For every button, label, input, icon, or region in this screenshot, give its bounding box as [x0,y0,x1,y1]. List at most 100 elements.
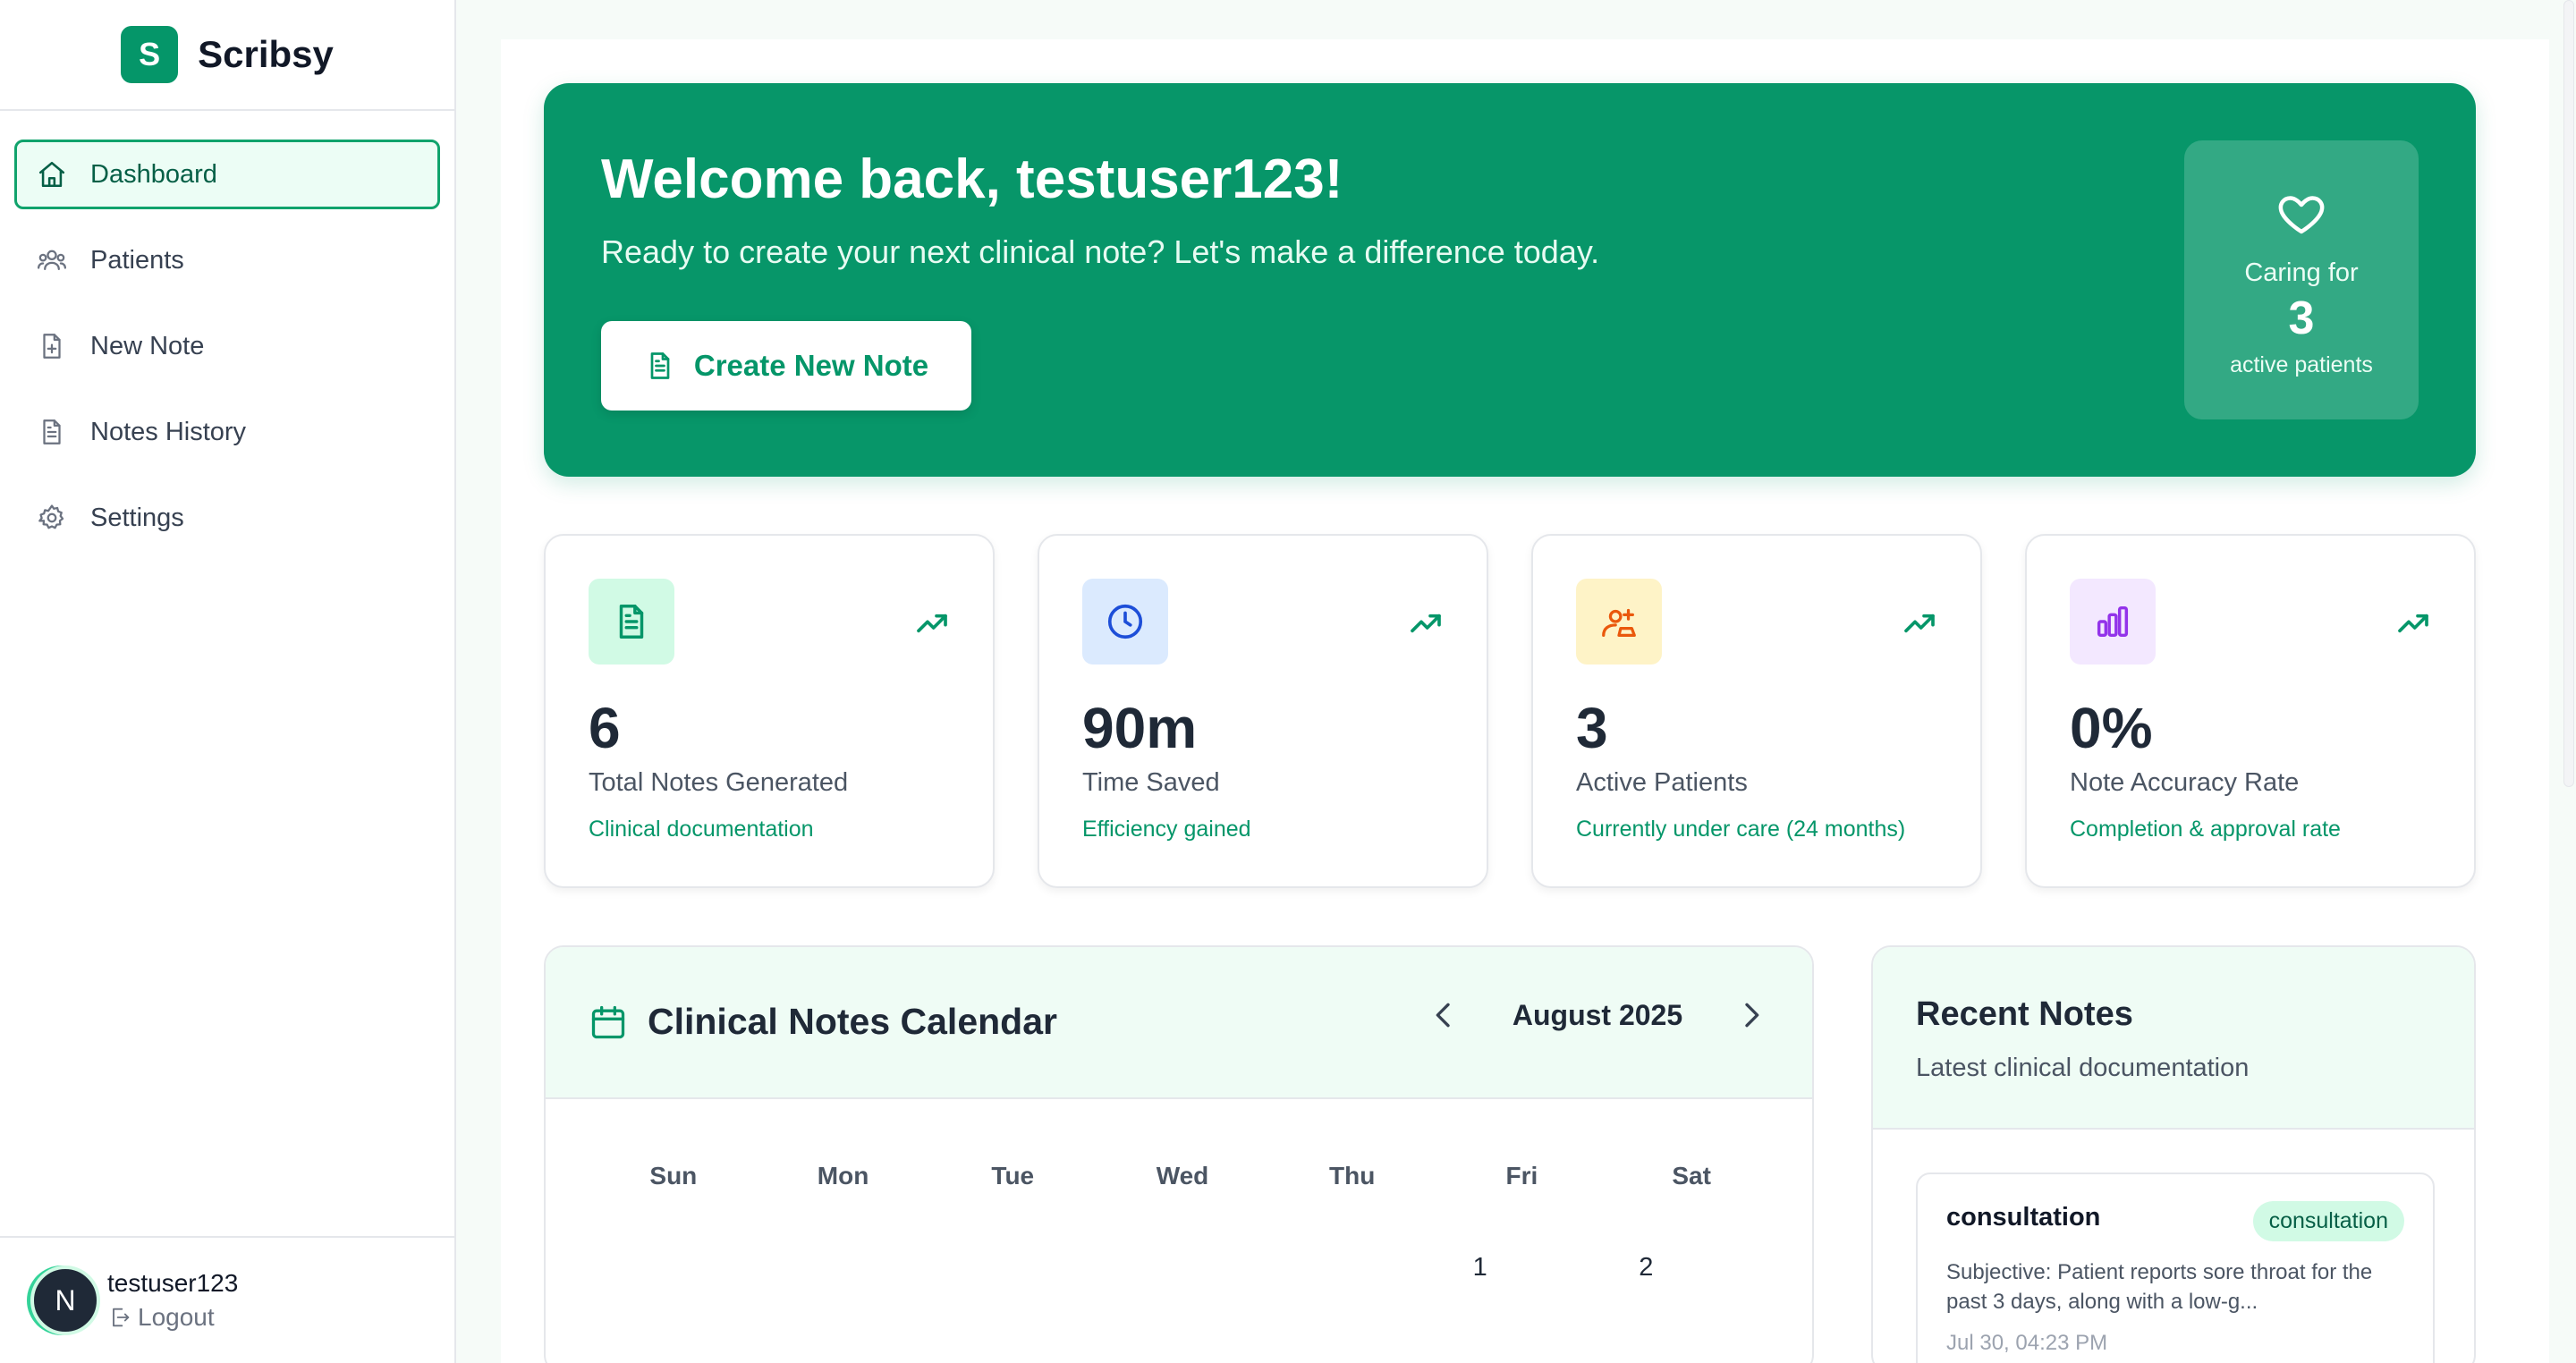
next-month-button[interactable] [1733,997,1769,1033]
sidebar: S Scribsy Dashboard Patients New Note No… [0,0,456,1363]
trending-up-icon [2398,614,2428,633]
active-patient-count: 3 [2288,292,2315,344]
brand-logo: S [121,26,179,83]
chevron-right-icon [1745,1003,1759,1028]
sidebar-nav: Dashboard Patients New Note Notes Histor… [0,111,454,553]
sidebar-item-label: Dashboard [90,159,217,189]
stats-row: 6 Total Notes Generated Clinical documen… [544,534,2476,888]
calendar-nav: August 2025 [1426,997,1769,1033]
note-excerpt: Subjective: Patient reports sore throat … [1946,1260,2373,1314]
caring-for-card: Caring for 3 active patients [2184,140,2419,419]
calendar-day-empty [758,1212,928,1292]
stat-note: Clinical documentation [589,817,814,842]
stat-label: Active Patients [1576,768,1748,797]
logout-label: Logout [138,1303,215,1331]
calendar-day-empty [589,1212,758,1292]
clock-icon [1082,579,1168,665]
logout-icon [113,1308,130,1327]
calendar-title: Clinical Notes Calendar [589,1001,1057,1043]
active-patients-label: active patients [2230,352,2373,377]
weekday-label: Wed [1156,1162,1209,1189]
stat-label: Time Saved [1082,768,1220,797]
trending-up-icon [1411,614,1441,633]
document-icon [589,579,674,665]
user-name: testuser123 [107,1269,239,1297]
stat-label: Note Accuracy Rate [2070,768,2300,797]
current-month: August 2025 [1512,998,1683,1031]
trending-up-icon [1904,614,1935,633]
home-icon [37,159,67,190]
prev-month-button[interactable] [1426,997,1462,1033]
sidebar-item-dashboard[interactable]: Dashboard [14,140,440,209]
trending-up-icon [917,614,947,633]
weekday-label: Mon [817,1162,869,1189]
note-timestamp: Jul 30, 04:23 PM [1946,1331,2108,1355]
avatar[interactable]: N [30,1266,100,1335]
calendar-day[interactable]: 2 [1606,1212,1776,1292]
sidebar-item-notes-history[interactable]: Notes History [14,397,440,467]
heart-icon [2278,196,2325,234]
weekday-header-row: Sun Mon Tue Wed Thu Fri Sat [589,1162,1776,1212]
brand-name: Scribsy [198,33,334,75]
weekday-label: Sun [649,1162,698,1189]
weekday-label: Tue [991,1162,1035,1189]
bar-chart-icon [2070,579,2156,665]
sidebar-item-new-note[interactable]: New Note [14,311,440,381]
user-panel: N testuser123 Logout [0,1236,454,1363]
stat-value: 90m [1082,696,1198,760]
sidebar-item-label: Notes History [90,417,247,446]
weekday-label: Sat [1672,1162,1711,1189]
chevron-left-icon [1436,1003,1450,1028]
logout-button[interactable]: Logout [107,1303,238,1332]
gear-icon [37,503,67,533]
file-text-icon [650,352,670,379]
calendar-day[interactable]: 1 [1437,1212,1607,1292]
file-text-icon [37,417,67,447]
stat-card-accuracy-rate[interactable]: 0% Note Accuracy Rate Completion & appro… [2025,534,2476,888]
stat-card-total-notes[interactable]: 6 Total Notes Generated Clinical documen… [544,534,995,888]
calendar-week-row: 1 2 [589,1212,1776,1292]
caring-for-label: Caring for [2244,258,2359,287]
sidebar-item-label: Settings [90,503,184,532]
stat-note: Efficiency gained [1082,817,1251,842]
calendar-day-empty [1097,1212,1267,1292]
weekday-label: Thu [1329,1162,1376,1189]
brand[interactable]: S Scribsy [0,0,454,111]
stat-note: Currently under care (24 months) [1576,817,1906,842]
scrollbar[interactable] [2563,0,2574,787]
sidebar-item-label: New Note [90,331,205,360]
sidebar-item-settings[interactable]: Settings [14,483,440,553]
clinical-notes-calendar: Clinical Notes Calendar August 2025 Sun … [544,945,1814,1363]
create-new-note-button[interactable]: Create New Note [601,321,971,411]
stat-value: 6 [589,696,621,760]
welcome-title: Welcome back, testuser123! [601,148,1343,210]
patients-icon [1576,579,1662,665]
sidebar-item-patients[interactable]: Patients [14,225,440,295]
file-plus-icon [37,331,67,361]
sidebar-item-label: Patients [90,245,184,275]
stat-label: Total Notes Generated [589,768,849,797]
calendar-icon [591,1005,625,1038]
user-block: testuser123 Logout [107,1269,238,1332]
weekday-label: Fri [1505,1162,1538,1189]
users-icon [37,245,67,275]
calendar-day-empty [928,1212,1097,1292]
stat-value: 0% [2070,696,2153,760]
recent-notes-panel: Recent Notes Latest clinical documentati… [1871,945,2476,1363]
stat-card-active-patients[interactable]: 3 Active Patients Currently under care (… [1531,534,1982,888]
calendar-day-empty [1267,1212,1437,1292]
recent-note-card[interactable]: consultation consultation Subjective: Pa… [1916,1173,2435,1363]
recent-notes-header: Recent Notes Latest clinical documentati… [1873,947,2474,1130]
stat-card-time-saved[interactable]: 90m Time Saved Efficiency gained [1038,534,1488,888]
stat-note: Completion & approval rate [2070,817,2341,842]
welcome-subtitle: Ready to create your next clinical note?… [601,233,1600,270]
stat-value: 3 [1576,696,1608,760]
recent-notes-subtitle: Latest clinical documentation [1916,1054,2250,1082]
calendar-header: Clinical Notes Calendar August 2025 [546,947,1812,1099]
calendar-title-text: Clinical Notes Calendar [648,1001,1057,1042]
note-type-badge: consultation [2252,1201,2404,1241]
recent-notes-title: Recent Notes [1916,995,2133,1033]
create-new-note-label: Create New Note [693,349,929,382]
welcome-banner: Welcome back, testuser123! Ready to crea… [544,83,2476,477]
calendar-grid: Sun Mon Tue Wed Thu Fri Sat 1 2 [589,1162,1776,1292]
